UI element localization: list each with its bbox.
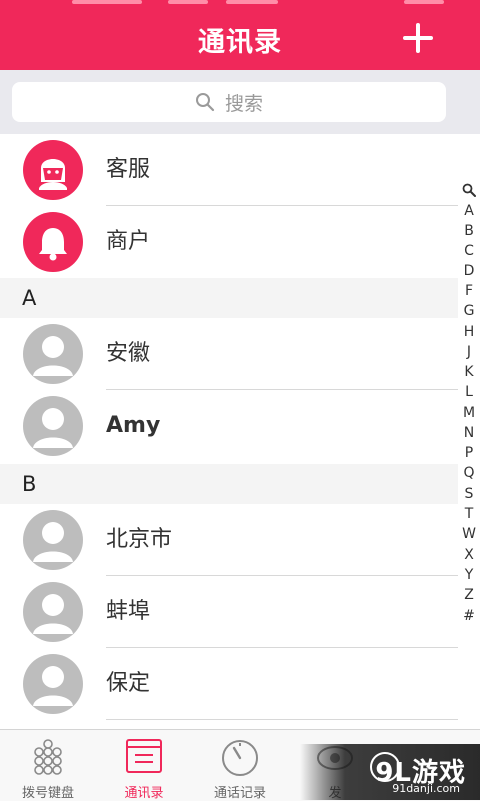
avatar bbox=[23, 654, 83, 714]
index-letter[interactable]: L bbox=[458, 382, 480, 402]
index-letter[interactable]: F bbox=[458, 281, 480, 301]
index-letter[interactable]: J bbox=[458, 342, 480, 362]
list-item-merchant[interactable]: 商户 bbox=[0, 206, 458, 278]
index-letter[interactable]: B bbox=[458, 221, 480, 241]
index-letter[interactable]: P bbox=[458, 443, 480, 463]
contact-name: 蚌埠 bbox=[106, 599, 151, 624]
search-input[interactable]: 搜索 bbox=[12, 82, 446, 122]
contact-name: 北京市 bbox=[106, 527, 173, 552]
tab-call-log[interactable]: 通话记录 bbox=[195, 730, 285, 801]
contact-name: 保定 bbox=[106, 671, 151, 696]
index-letter[interactable]: M bbox=[458, 403, 480, 423]
avatar bbox=[23, 324, 83, 384]
index-letter[interactable]: Z bbox=[458, 585, 480, 605]
section-header-a: A bbox=[0, 278, 458, 318]
index-letter[interactable]: X bbox=[458, 545, 480, 565]
dialpad-icon bbox=[34, 739, 62, 775]
list-item[interactable]: 蚌埠 bbox=[0, 576, 458, 648]
contacts-book-icon bbox=[126, 739, 162, 773]
contact-name: 安徽 bbox=[106, 341, 151, 366]
list-item[interactable]: 北京市 bbox=[0, 504, 458, 576]
tab-dialpad[interactable]: 拨号键盘 bbox=[3, 730, 93, 801]
index-letter[interactable]: A bbox=[458, 201, 480, 221]
divider bbox=[106, 719, 458, 720]
app-header: 通讯录 bbox=[0, 0, 480, 70]
index-letter[interactable]: G bbox=[458, 301, 480, 321]
search-icon bbox=[195, 93, 215, 112]
list-item[interactable]: 安徽 bbox=[0, 318, 458, 390]
section-letter: B bbox=[22, 472, 37, 496]
avatar bbox=[23, 582, 83, 642]
search-placeholder: 搜索 bbox=[224, 92, 263, 115]
index-letter[interactable]: W bbox=[458, 524, 480, 544]
search-bar: 搜索 bbox=[0, 70, 480, 134]
tab-label: 拨号键盘 bbox=[21, 786, 74, 801]
watermark: 9L游戏 91danji.com bbox=[300, 744, 480, 800]
avatar bbox=[23, 510, 83, 570]
index-letter[interactable]: C bbox=[458, 241, 480, 261]
index-letter[interactable]: Y bbox=[458, 565, 480, 585]
list-item-customer-service[interactable]: 客服 bbox=[0, 134, 458, 206]
customer-service-icon bbox=[23, 140, 83, 200]
contact-name: 商户 bbox=[106, 229, 151, 254]
index-letter[interactable]: # bbox=[458, 606, 480, 626]
watermark-subtitle: 91danji.com bbox=[392, 782, 460, 795]
contact-name: 客服 bbox=[106, 157, 151, 182]
section-letter: A bbox=[22, 286, 37, 310]
list-item[interactable]: 保定 bbox=[0, 648, 458, 720]
index-letter[interactable]: N bbox=[458, 423, 480, 443]
index-letter[interactable]: H bbox=[458, 322, 480, 342]
tab-label: 通话记录 bbox=[213, 786, 266, 801]
bell-icon bbox=[23, 212, 83, 272]
status-bar bbox=[0, 0, 480, 6]
index-letter[interactable]: S bbox=[458, 484, 480, 504]
call-log-icon bbox=[222, 740, 258, 776]
tab-contacts[interactable]: 通讯录 bbox=[99, 730, 189, 801]
avatar bbox=[23, 396, 83, 456]
index-letter[interactable]: Q bbox=[458, 463, 480, 483]
index-search-icon[interactable] bbox=[458, 180, 480, 203]
section-header-b: B bbox=[0, 464, 458, 504]
tab-label: 通讯录 bbox=[124, 786, 164, 801]
contact-name: Amy bbox=[106, 413, 161, 438]
index-letter[interactable]: T bbox=[458, 504, 480, 524]
index-letter[interactable]: D bbox=[458, 261, 480, 281]
index-letter[interactable]: K bbox=[458, 362, 480, 382]
plus-icon[interactable] bbox=[402, 22, 434, 54]
list-item[interactable]: Amy bbox=[0, 390, 458, 462]
